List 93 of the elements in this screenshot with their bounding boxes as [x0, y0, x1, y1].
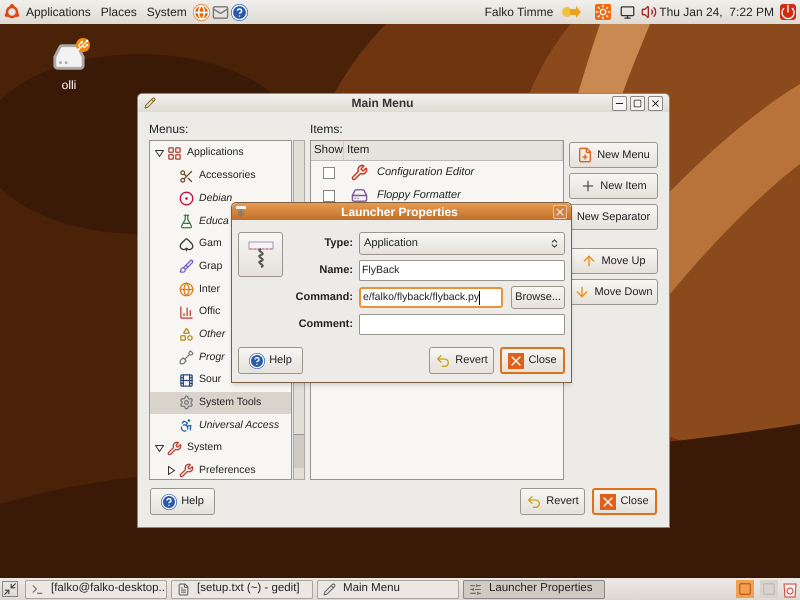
undo-icon — [435, 352, 452, 368]
revert-button[interactable]: Revert — [520, 488, 585, 515]
spring-icon — [248, 240, 274, 270]
desktop-icon-label[interactable]: olli — [62, 76, 76, 94]
column-header[interactable]: Item — [344, 141, 563, 160]
field-label: Comment: — [298, 317, 354, 332]
cards-icon — [179, 236, 194, 252]
user-name[interactable]: Falko Timme — [484, 3, 554, 21]
clock[interactable]: Thu Jan 24, 7:22 PM — [659, 3, 774, 21]
tree-row[interactable]: Universal Access — [150, 414, 291, 437]
maximize-icon[interactable] — [630, 96, 645, 110]
window-title: Main Menu — [350, 95, 414, 112]
task-button[interactable]: [setup.txt (~) - gedit] — [171, 580, 313, 598]
menu-action-button[interactable]: Move Down — [569, 279, 658, 305]
text-field[interactable]: e/falko/flyback/flyback.py — [359, 287, 504, 308]
browse-button[interactable]: Browse... — [511, 286, 565, 309]
spinner-arrows-icon — [549, 238, 560, 249]
help-button[interactable]: Help — [150, 488, 215, 515]
item-name[interactable]: Floppy Formatter — [377, 187, 461, 204]
tree-row[interactable]: Preferences — [150, 460, 291, 479]
network-icon[interactable] — [620, 4, 636, 20]
launcher-icon — [236, 206, 246, 218]
text-field[interactable] — [359, 314, 565, 335]
field-label: Command: — [294, 290, 354, 306]
tree-row[interactable]: Debian — [150, 187, 291, 210]
panel-menu[interactable]: Applications — [26, 3, 91, 21]
flask-icon — [179, 214, 194, 229]
brush-icon — [179, 259, 194, 274]
tree-row[interactable]: Accessories — [150, 164, 291, 188]
grid-icon — [167, 146, 182, 161]
tools-icon — [351, 164, 368, 181]
panel-menu[interactable]: System — [146, 3, 187, 21]
help-button[interactable]: Help — [238, 347, 303, 374]
item-name[interactable]: Configuration Editor — [377, 164, 474, 181]
menu-action-button[interactable]: New Item — [569, 173, 658, 199]
menu-action-button[interactable]: New Separator — [569, 204, 658, 230]
menu-action-button[interactable]: Move Up — [569, 248, 658, 274]
window-icon — [31, 582, 44, 596]
expanded-triangle-icon[interactable] — [154, 444, 164, 453]
globe-icon — [179, 282, 194, 297]
mail-icon[interactable] — [212, 4, 229, 20]
close-button[interactable]: Close — [592, 488, 657, 515]
new-file-icon — [577, 147, 594, 163]
type-dropdown[interactable]: Application — [359, 232, 565, 255]
show-checkbox[interactable] — [323, 166, 335, 178]
help-icon[interactable] — [230, 4, 248, 20]
text-field[interactable]: FlyBack — [359, 260, 565, 281]
tree-row[interactable]: System Tools — [150, 392, 291, 414]
globe-icon[interactable] — [192, 4, 210, 20]
gear-icon — [179, 395, 194, 410]
close-icon — [600, 494, 616, 510]
task-button[interactable]: [falko@falko-desktop... — [25, 580, 167, 598]
scrollbar-thumb[interactable] — [294, 434, 304, 468]
scissors-icon — [179, 168, 194, 184]
minimize-icon[interactable] — [612, 96, 627, 110]
floppy-icon — [351, 187, 368, 204]
undo-icon — [526, 494, 542, 510]
field-label: Type: — [323, 236, 354, 252]
window-icon — [469, 582, 482, 596]
icon-button[interactable] — [238, 232, 283, 277]
window-icon — [177, 582, 190, 596]
editor-icon — [144, 97, 156, 109]
task-button[interactable]: Main Menu — [317, 580, 459, 598]
expanded-triangle-icon[interactable] — [154, 148, 164, 158]
tree-row[interactable]: Applications — [150, 142, 291, 165]
close-button[interactable]: Close — [500, 347, 565, 374]
task-button[interactable]: Launcher Properties — [463, 580, 605, 598]
menu-action-button[interactable]: New Menu — [569, 142, 658, 168]
close-icon — [508, 352, 524, 368]
window-icon — [323, 582, 336, 596]
close-icon[interactable] — [648, 96, 663, 110]
tree-row[interactable]: System — [150, 436, 291, 460]
collapsed-triangle-icon[interactable] — [166, 466, 176, 476]
shapes-icon — [179, 327, 194, 342]
tools-icon — [179, 463, 194, 478]
accessibility-icon — [179, 418, 194, 434]
help-icon — [161, 494, 178, 510]
column-header[interactable]: Show — [311, 141, 344, 160]
film-icon — [179, 372, 194, 388]
trowel-icon — [179, 350, 194, 366]
chart-icon — [179, 304, 194, 320]
power-icon[interactable] — [780, 4, 796, 20]
window-title: Launcher Properties — [340, 204, 459, 220]
volume-icon[interactable] — [641, 4, 658, 20]
help-icon — [249, 352, 266, 368]
tools-icon — [167, 440, 182, 456]
show-checkbox[interactable] — [323, 190, 335, 202]
panel-menu[interactable]: Places — [100, 3, 137, 21]
items-label: Items: — [310, 121, 344, 138]
logo-icon[interactable] — [4, 4, 20, 20]
revert-button[interactable]: Revert — [429, 347, 494, 374]
field-label: Name: — [318, 263, 354, 278]
menus-label: Menus: — [149, 121, 190, 138]
